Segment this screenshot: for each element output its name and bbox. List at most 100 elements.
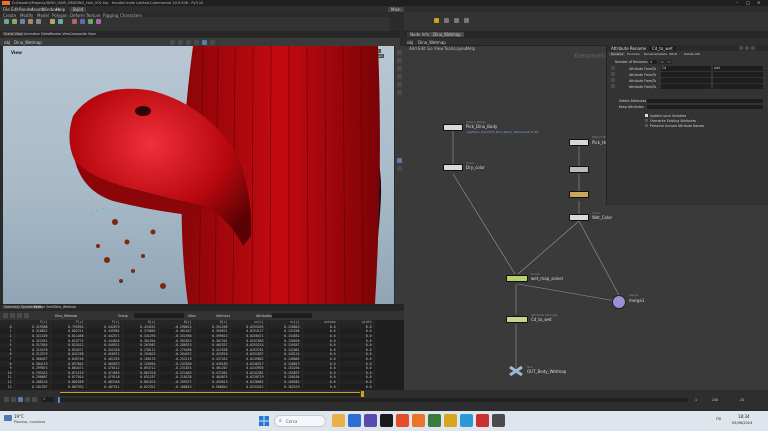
node-merge1[interactable] xyxy=(612,295,626,309)
shaded-icon[interactable] xyxy=(397,58,402,63)
toggle-icon[interactable] xyxy=(611,84,615,88)
parm-tab-rename-delete[interactable]: Rename/Delete xyxy=(642,52,669,56)
tab-node-info[interactable]: Node Info xyxy=(407,32,433,37)
vertices-mode-icon[interactable] xyxy=(10,313,15,318)
light-icon[interactable] xyxy=(50,19,55,24)
windows-start-icon[interactable] xyxy=(258,415,270,427)
language-indicator[interactable]: ITA xyxy=(716,417,721,421)
node-out-body-wetmap[interactable] xyxy=(508,365,524,377)
shelf-tab-model[interactable]: Model xyxy=(37,13,49,18)
move-icon[interactable] xyxy=(178,39,183,45)
checkbox-update-locals[interactable] xyxy=(645,114,648,117)
weather-icon[interactable] xyxy=(4,415,12,421)
snap-icon[interactable] xyxy=(202,39,207,45)
tab-scene-view[interactable]: Scene View xyxy=(2,32,25,36)
shelf-tab-polygon[interactable]: Polygon xyxy=(52,13,68,18)
app-icon-5[interactable] xyxy=(492,414,505,427)
pyro-icon[interactable] xyxy=(96,19,101,24)
shelf-tab-rigging[interactable]: Rigging xyxy=(103,13,118,18)
camera-icon[interactable] xyxy=(58,19,63,24)
grid-toggle-icon[interactable] xyxy=(397,74,402,79)
checkbox-preserve[interactable] xyxy=(645,124,648,127)
fluid-icon[interactable] xyxy=(88,19,93,24)
checkbox-overwrite[interactable] xyxy=(645,119,648,122)
remove-rename-button[interactable] xyxy=(666,59,672,64)
node-wet-map-solver[interactable] xyxy=(506,275,528,282)
viewport-object[interactable]: Dino_Wetmap xyxy=(14,40,42,45)
select-icon[interactable] xyxy=(170,39,175,45)
app-icon-2[interactable] xyxy=(444,414,457,427)
houdini-taskbar-icon[interactable] xyxy=(412,414,425,427)
normals-icon[interactable] xyxy=(397,90,402,95)
shelf-tab-modify[interactable]: Modify xyxy=(20,13,33,18)
path-object[interactable]: Dino_Wetmap xyxy=(418,40,446,45)
points-mode-icon[interactable] xyxy=(3,313,8,318)
shelf-tab-characters[interactable]: Characters xyxy=(120,13,142,18)
ipr-icon[interactable] xyxy=(444,18,449,23)
file-explorer-icon[interactable] xyxy=(332,414,345,427)
fps-field[interactable]: 24 xyxy=(740,398,744,402)
viewport-path[interactable]: obj xyxy=(4,40,10,45)
delete-attributes-field[interactable] xyxy=(647,98,763,103)
to-field[interactable] xyxy=(713,84,763,89)
end-frame[interactable]: 240 xyxy=(712,398,718,402)
current-frame-field[interactable]: 1 xyxy=(42,397,54,402)
points-icon[interactable] xyxy=(397,82,402,87)
shelf-tab-texture[interactable]: Texture xyxy=(86,13,101,18)
timeline-bar[interactable] xyxy=(60,392,360,396)
grid-icon[interactable] xyxy=(36,19,41,24)
from-field[interactable] xyxy=(661,72,711,77)
shelf-tab-create[interactable]: Create xyxy=(3,13,16,18)
clock-date[interactable]: 05/06/2024 xyxy=(732,421,752,425)
clock-time[interactable]: 18:34 xyxy=(738,414,750,419)
step-forward-icon[interactable] xyxy=(25,397,30,402)
lighting-icon[interactable] xyxy=(397,66,402,71)
node-pick-dino-body[interactable] xyxy=(443,124,463,131)
teams-icon[interactable] xyxy=(364,414,377,427)
rotate-icon[interactable] xyxy=(186,39,191,45)
start-frame[interactable]: 1 xyxy=(695,398,697,402)
display-icon[interactable] xyxy=(210,39,215,45)
add-rename-button[interactable] xyxy=(659,59,665,64)
app-icon-4[interactable] xyxy=(476,414,489,427)
attributes-field[interactable] xyxy=(272,313,312,318)
frame-slider[interactable] xyxy=(58,397,688,403)
toggle-icon[interactable] xyxy=(611,72,615,76)
node-intermediate-2[interactable] xyxy=(569,191,589,198)
edge-icon[interactable] xyxy=(348,414,361,427)
geometry-spreadsheet[interactable]: P[x] P[y] P[z] N[x] N[y] N[z] uv[x] uv[y] wetmap… xyxy=(0,320,404,390)
taskbar-search[interactable]: ⌕ Cerca xyxy=(274,415,326,427)
to-field[interactable]: wet xyxy=(713,66,763,71)
playhead[interactable] xyxy=(58,397,60,403)
render-icon[interactable] xyxy=(434,18,439,23)
parm-tab-attrib[interactable]: Attrib xyxy=(667,52,679,56)
detail-mode-icon[interactable] xyxy=(24,313,29,318)
num-renames-field[interactable]: 4 xyxy=(649,59,657,64)
path-obj[interactable]: obj xyxy=(407,40,413,45)
scene-viewport[interactable]: View Persp No cam xyxy=(3,46,394,304)
info-icon[interactable] xyxy=(751,45,755,50)
group-field[interactable] xyxy=(134,313,184,318)
visibility-icon[interactable] xyxy=(397,166,402,171)
parm-tab-rename[interactable]: Rename xyxy=(609,52,626,56)
to-field[interactable] xyxy=(713,72,763,77)
jump-start-icon[interactable] xyxy=(4,397,9,402)
shelf-tab-deform[interactable]: Deform xyxy=(70,13,85,18)
tube-icon[interactable] xyxy=(20,19,25,24)
end-marker[interactable] xyxy=(361,391,364,397)
scale-icon[interactable] xyxy=(194,39,199,45)
toggle-icon[interactable] xyxy=(611,78,615,82)
tab-network[interactable]: Dino_Wetmap xyxy=(430,32,464,37)
toggle-icon[interactable] xyxy=(611,66,615,70)
step-back-icon[interactable] xyxy=(11,397,16,402)
particles-icon[interactable] xyxy=(72,19,77,24)
node-pick-hair[interactable] xyxy=(569,139,589,146)
to-field[interactable] xyxy=(713,78,763,83)
ghost-icon[interactable] xyxy=(397,158,402,163)
node-cd-to-wet[interactable] xyxy=(506,316,528,323)
parm-node-name[interactable]: Cd_to_wet xyxy=(649,45,676,51)
sphere-icon[interactable] xyxy=(12,19,17,24)
rop-icon[interactable] xyxy=(454,18,459,23)
from-field[interactable] xyxy=(661,84,711,89)
parm-tab-delete[interactable]: Delete Attr xyxy=(682,52,702,56)
